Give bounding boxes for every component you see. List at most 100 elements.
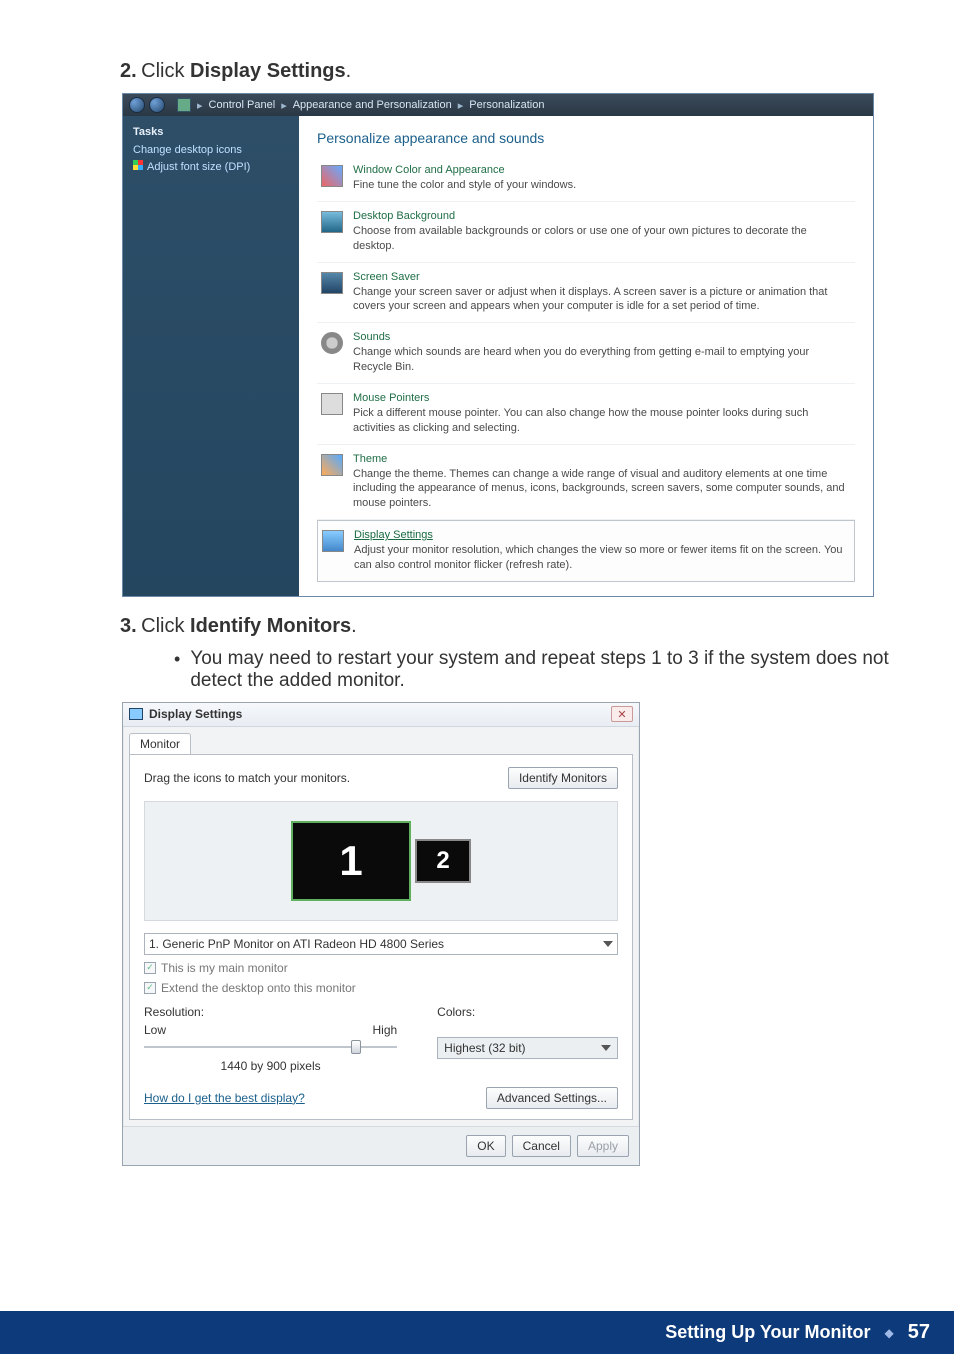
slider-thumb-icon[interactable] [351,1040,361,1054]
task-adjust-font-size[interactable]: Adjust font size (DPI) [133,160,289,173]
item-screen-saver-desc: Change your screen saver or adjust when … [353,285,851,315]
nav-back-icon[interactable] [129,97,145,113]
checkbox-icon[interactable]: ✓ [144,962,156,974]
item-desktop-background-desc: Choose from available backgrounds or col… [353,224,851,254]
item-desktop-background-link[interactable]: Desktop Background [353,210,851,222]
nav-forward-icon[interactable] [149,97,165,113]
display-settings-window: Display Settings ✕ Monitor Drag the icon… [122,702,640,1166]
breadcrumb-sep-icon: ▸ [281,99,287,112]
item-mouse-pointers[interactable]: Mouse Pointers Pick a different mouse po… [317,384,855,445]
breadcrumb-sep-icon: ▸ [458,99,464,112]
item-mouse-pointers-link[interactable]: Mouse Pointers [353,392,851,404]
breadcrumb-control-panel[interactable]: Control Panel [209,99,276,111]
item-desktop-background[interactable]: Desktop Background Choose from available… [317,202,855,263]
item-screen-saver-link[interactable]: Screen Saver [353,271,851,283]
monitor-icon [129,708,143,720]
tasks-heading: Tasks [133,126,289,138]
main-monitor-label: This is my main monitor [161,961,288,975]
control-panel-titlebar: ▸ Control Panel ▸ Appearance and Persona… [123,94,873,116]
footer-section-title: Setting Up Your Monitor [665,1322,870,1343]
item-window-color-desc: Fine tune the color and style of your wi… [353,178,576,193]
item-screen-saver[interactable]: Screen Saver Change your screen saver or… [317,263,855,324]
desktop-background-icon [321,211,343,233]
monitor-arrangement-area[interactable]: 1 2 [144,801,618,921]
step-3-bullet-text: You may need to restart your system and … [190,648,914,692]
resolution-slider[interactable]: Low High 1440 by 900 pixels [144,1023,397,1073]
cancel-button[interactable]: Cancel [512,1135,571,1157]
monitor-1-icon[interactable]: 1 [291,821,411,901]
colors-dropdown[interactable]: Highest (32 bit) [437,1037,618,1059]
theme-icon [321,454,343,476]
step-2-suffix: . [346,60,352,82]
control-panel-main: Personalize appearance and sounds Window… [299,116,873,596]
identify-monitors-button[interactable]: Identify Monitors [508,767,618,789]
item-display-settings-desc: Adjust your monitor resolution, which ch… [354,543,850,573]
item-theme[interactable]: Theme Change the theme. Themes can chang… [317,445,855,521]
diamond-icon: ◆ [885,1326,894,1340]
resolution-value: 1440 by 900 pixels [144,1059,397,1073]
advanced-settings-button[interactable]: Advanced Settings... [486,1087,618,1109]
display-settings-title: Display Settings [149,707,242,721]
chevron-down-icon [603,941,613,947]
chevron-down-icon [601,1045,611,1051]
screen-saver-icon [321,272,343,294]
apply-button[interactable]: Apply [577,1135,629,1157]
step-3-bullet: • You may need to restart your system an… [174,648,914,692]
drag-hint: Drag the icons to match your monitors. [144,771,350,785]
main-monitor-checkbox-row[interactable]: ✓ This is my main monitor [144,961,618,975]
slider-high-label: High [372,1023,397,1037]
display-settings-icon [322,530,344,552]
step-2-number: 2. [120,60,137,82]
control-panel-sidebar: Tasks Change desktop icons Adjust font s… [123,116,299,596]
item-theme-desc: Change the theme. Themes can change a wi… [353,467,851,512]
extend-desktop-checkbox-row[interactable]: ✓ Extend the desktop onto this monitor [144,981,618,995]
control-panel-window: ▸ Control Panel ▸ Appearance and Persona… [122,93,874,597]
task-change-desktop-icons[interactable]: Change desktop icons [133,144,289,156]
address-bar-icon [177,98,191,112]
monitor-dropdown-value: 1. Generic PnP Monitor on ATI Radeon HD … [149,937,444,951]
checkbox-icon[interactable]: ✓ [144,982,156,994]
dialog-footer: OK Cancel Apply [123,1126,639,1165]
breadcrumb-sep-icon: ▸ [197,99,203,112]
step-3-prefix: Click [141,615,190,637]
breadcrumb-personalization[interactable]: Personalization [469,99,544,111]
resolution-label: Resolution: [144,1005,397,1019]
mouse-pointers-icon [321,393,343,415]
personalize-title: Personalize appearance and sounds [317,130,855,146]
task-adjust-font-size-label: Adjust font size (DPI) [147,161,250,173]
item-display-settings-link[interactable]: Display Settings [354,529,850,541]
bullet-icon: • [174,648,180,692]
extend-desktop-label: Extend the desktop onto this monitor [161,981,356,995]
page-number: 57 [908,1321,930,1344]
sounds-icon [321,332,343,354]
item-theme-link[interactable]: Theme [353,453,851,465]
window-color-icon [321,165,343,187]
display-settings-titlebar: Display Settings ✕ [123,703,639,727]
colors-label: Colors: [437,1005,618,1019]
item-mouse-pointers-desc: Pick a different mouse pointer. You can … [353,406,851,436]
step-3: 3. Click Identify Monitors. [120,615,914,638]
shield-icon [133,160,143,170]
step-2: 2. Click Display Settings. [120,60,914,83]
tab-strip: Monitor [123,727,639,754]
item-sounds-link[interactable]: Sounds [353,331,851,343]
tab-monitor[interactable]: Monitor [129,733,191,754]
best-display-link[interactable]: How do I get the best display? [144,1091,305,1105]
step-3-suffix: . [351,615,357,637]
monitor-dropdown[interactable]: 1. Generic PnP Monitor on ATI Radeon HD … [144,933,618,955]
monitor-2-icon[interactable]: 2 [415,839,471,883]
step-3-number: 3. [120,615,137,637]
ok-button[interactable]: OK [466,1135,505,1157]
display-settings-panel: Drag the icons to match your monitors. I… [129,754,633,1120]
item-display-settings[interactable]: Display Settings Adjust your monitor res… [317,520,855,582]
step-2-prefix: Click [141,60,190,82]
item-sounds[interactable]: Sounds Change which sounds are heard whe… [317,323,855,384]
item-window-color[interactable]: Window Color and Appearance Fine tune th… [317,156,855,202]
close-button[interactable]: ✕ [611,706,633,722]
breadcrumb-appearance[interactable]: Appearance and Personalization [293,99,452,111]
step-3-bold: Identify Monitors [190,615,351,637]
slider-low-label: Low [144,1023,166,1037]
step-2-bold: Display Settings [190,60,346,82]
page-footer: Setting Up Your Monitor ◆ 57 [0,1311,954,1354]
item-window-color-link[interactable]: Window Color and Appearance [353,164,576,176]
